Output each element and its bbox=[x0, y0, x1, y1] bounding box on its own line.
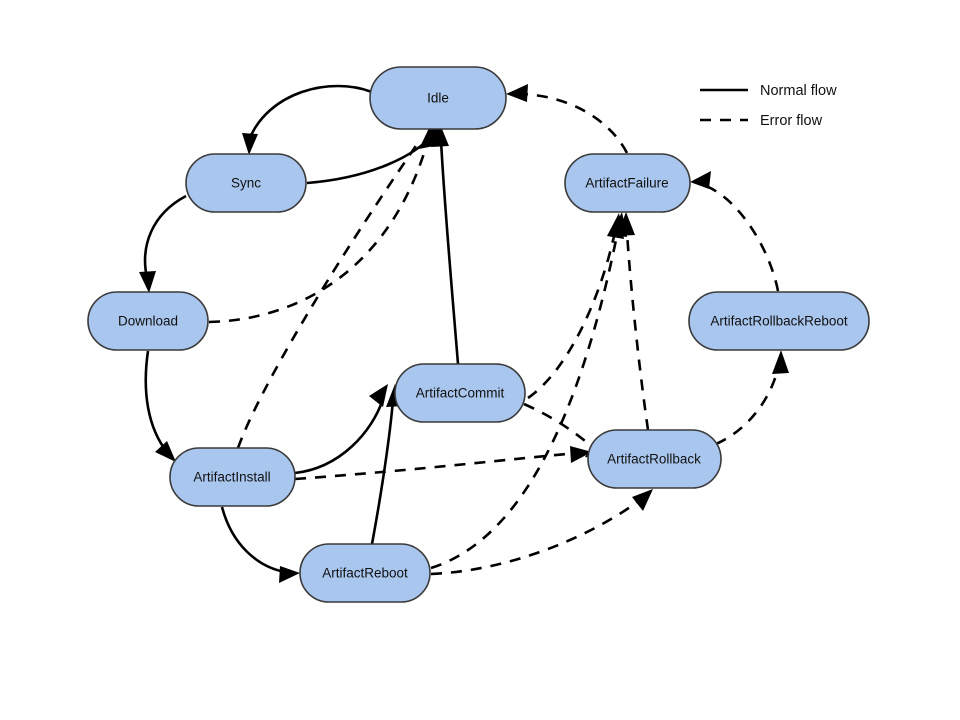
node-idle[interactable]: Idle bbox=[369, 66, 507, 130]
node-layer: Idle Sync Download ArtifactInstall Artif… bbox=[87, 66, 870, 603]
node-artifact-rollback-reboot[interactable]: ArtifactRollbackReboot bbox=[688, 291, 870, 351]
arrowhead-artifactinstall-to-artifactreboot bbox=[279, 566, 300, 583]
node-sync[interactable]: Sync bbox=[185, 153, 307, 213]
edge-artifactrollbackreboot-to-artifactfailure bbox=[690, 171, 780, 292]
arrowhead-sync-to-download bbox=[139, 271, 156, 293]
node-idle-shape[interactable] bbox=[369, 66, 507, 130]
node-artifact-rollback-reboot-shape[interactable] bbox=[688, 291, 870, 351]
edge-download-to-artifactinstall bbox=[144, 350, 176, 462]
node-artifact-failure-shape[interactable] bbox=[564, 153, 691, 213]
edge-artifactcommit-to-artifactidle bbox=[431, 124, 460, 365]
edge-artifactfailure-to-idle bbox=[506, 84, 629, 154]
legend-item-normal-flow: Normal flow bbox=[700, 83, 837, 99]
arrowhead-artifactfailure-to-idle bbox=[506, 84, 528, 102]
legend-normal-flow-label: Normal flow bbox=[760, 83, 837, 99]
arrowhead-download-to-artifactinstall bbox=[155, 441, 176, 462]
node-download[interactable]: Download bbox=[87, 291, 209, 351]
node-artifact-reboot-shape[interactable] bbox=[299, 543, 431, 603]
arrowhead-artifactrollbackreboot-to-artifactfailure bbox=[690, 171, 711, 189]
diagram-canvas: Idle Sync Download ArtifactInstall Artif… bbox=[87, 66, 870, 603]
node-artifact-commit[interactable]: ArtifactCommit bbox=[394, 363, 526, 423]
state-machine-diagram: Idle Sync Download ArtifactInstall Artif… bbox=[0, 0, 960, 720]
edge-artifactcommit-to-artifactfailure bbox=[527, 213, 624, 400]
node-artifact-install-shape[interactable] bbox=[169, 447, 296, 507]
arrowhead-idle-to-sync bbox=[242, 133, 258, 155]
node-artifact-failure[interactable]: ArtifactFailure bbox=[564, 153, 691, 213]
node-artifact-install[interactable]: ArtifactInstall bbox=[169, 447, 296, 507]
node-artifact-commit-shape[interactable] bbox=[394, 363, 526, 423]
node-download-shape[interactable] bbox=[87, 291, 209, 351]
legend-error-flow-label: Error flow bbox=[760, 113, 823, 129]
legend: Normal flow Error flow bbox=[700, 83, 837, 129]
node-artifact-rollback-shape[interactable] bbox=[587, 429, 722, 489]
edge-sync-to-idle bbox=[306, 124, 440, 185]
edge-artifactrollback-to-artifactrollbackreboot bbox=[715, 350, 789, 446]
arrowhead-artifactinstall-to-artifactcommit bbox=[369, 384, 388, 407]
node-artifact-reboot[interactable]: ArtifactReboot bbox=[299, 543, 431, 603]
edge-artifactinstall-to-artifactreboot bbox=[220, 506, 300, 583]
arrowhead-artifactreboot-to-artifactrollback bbox=[632, 489, 653, 511]
edge-artifactinstall-to-artifactcommit bbox=[294, 384, 388, 475]
legend-item-error-flow: Error flow bbox=[700, 113, 823, 129]
edge-idle-to-sync bbox=[242, 84, 373, 155]
arrowhead-artifactrollback-to-artifactrollbackreboot bbox=[772, 350, 789, 374]
edge-artifactrollback-to-artifactfailure bbox=[617, 212, 650, 431]
node-sync-shape[interactable] bbox=[185, 153, 307, 213]
node-artifact-rollback[interactable]: ArtifactRollback bbox=[587, 429, 722, 489]
edge-artifactreboot-to-artifactrollback bbox=[430, 489, 653, 576]
edge-sync-to-download bbox=[139, 194, 187, 293]
